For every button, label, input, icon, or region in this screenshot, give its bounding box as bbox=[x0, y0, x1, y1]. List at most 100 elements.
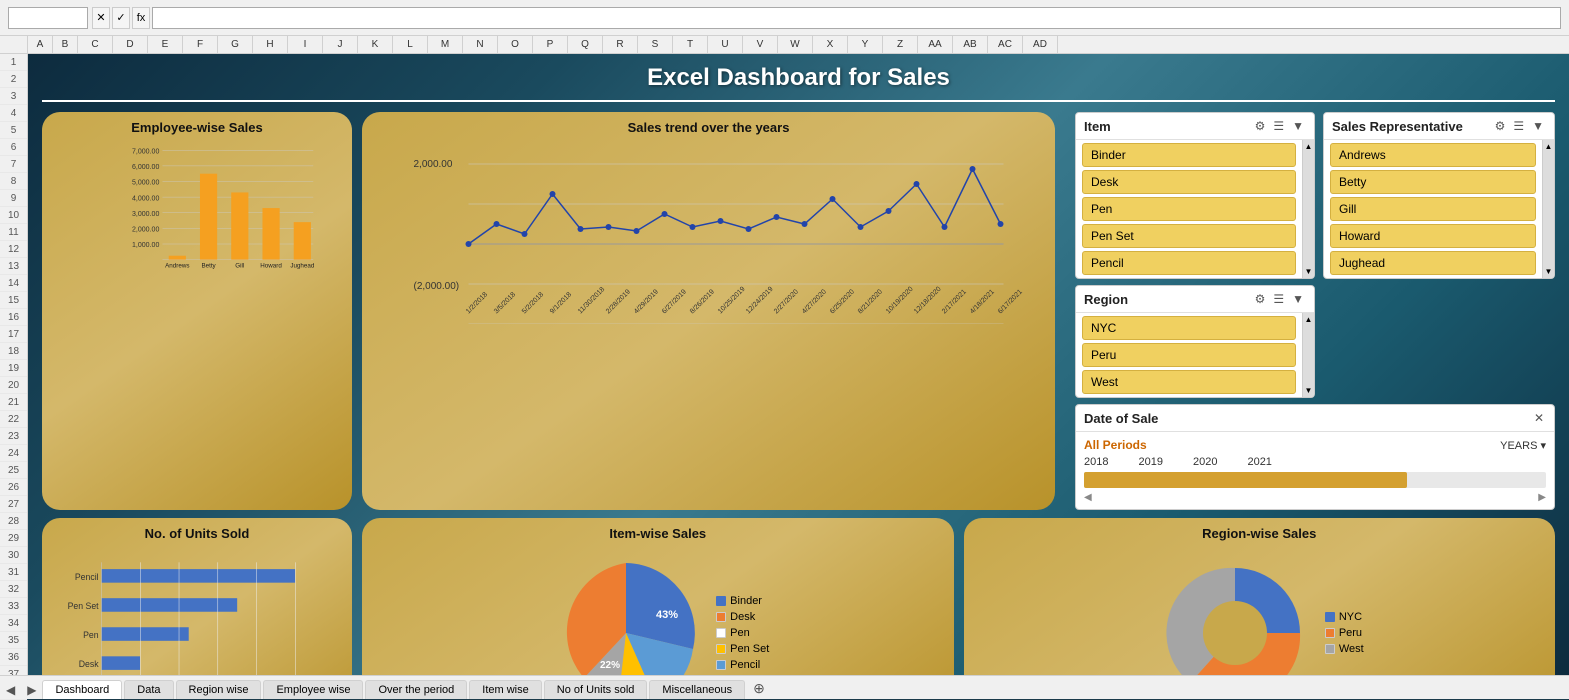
col-S[interactable]: S bbox=[638, 36, 673, 53]
trend-chart-svg: 2,000.00 (2,000.00) bbox=[370, 139, 1047, 324]
tab-scroll-left[interactable]: ◀ bbox=[0, 681, 21, 699]
item-pencil[interactable]: Pencil bbox=[1082, 251, 1296, 275]
col-AB[interactable]: AB bbox=[953, 36, 988, 53]
year-2019: 2019 bbox=[1138, 456, 1162, 468]
col-G[interactable]: G bbox=[218, 36, 253, 53]
tab-over-the-period[interactable]: Over the period bbox=[365, 680, 467, 699]
units-chart-title: No. of Units Sold bbox=[50, 526, 344, 541]
scroll-right-btn[interactable]: ▶ bbox=[1538, 492, 1546, 503]
region-slicer-items: NYC Peru West bbox=[1076, 313, 1302, 397]
sales-rep-slicer-header: Sales Representative ⚙ ☰ ▼ bbox=[1324, 113, 1554, 140]
col-L[interactable]: L bbox=[393, 36, 428, 53]
sales-rep-filter-icon[interactable]: ⚙ bbox=[1493, 117, 1508, 135]
sales-rep-scrollbar[interactable]: ▲ ▼ bbox=[1542, 140, 1554, 278]
col-K[interactable]: K bbox=[358, 36, 393, 53]
sales-rep-betty[interactable]: Betty bbox=[1330, 170, 1536, 194]
region-clear-icon[interactable]: ☰ bbox=[1271, 290, 1286, 308]
row-num-13: 13 bbox=[0, 258, 27, 275]
tab-dashboard[interactable]: Dashboard bbox=[42, 680, 122, 699]
col-Y[interactable]: Y bbox=[848, 36, 883, 53]
col-R[interactable]: R bbox=[603, 36, 638, 53]
region-sort-icon[interactable]: ▼ bbox=[1290, 290, 1306, 308]
column-headers: A B C D E F G H I J K L M N O P Q R S T … bbox=[0, 36, 1569, 54]
cancel-btn[interactable]: ✕ bbox=[92, 7, 110, 29]
svg-text:12/24/2019: 12/24/2019 bbox=[745, 286, 775, 316]
binder-label: Binder bbox=[730, 595, 762, 607]
col-H[interactable]: H bbox=[253, 36, 288, 53]
col-T[interactable]: T bbox=[673, 36, 708, 53]
col-AA[interactable]: AA bbox=[918, 36, 953, 53]
item-desk[interactable]: Desk bbox=[1082, 170, 1296, 194]
date-years-button[interactable]: YEARS ▾ bbox=[1500, 439, 1546, 452]
sales-rep-sort-icon[interactable]: ▼ bbox=[1530, 117, 1546, 135]
sales-rep-jughead[interactable]: Jughead bbox=[1330, 251, 1536, 275]
col-Q[interactable]: Q bbox=[568, 36, 603, 53]
region-chart-svg bbox=[1155, 553, 1315, 676]
pen-label: Pen bbox=[730, 627, 750, 639]
col-X[interactable]: X bbox=[813, 36, 848, 53]
tab-units-sold[interactable]: No of Units sold bbox=[544, 680, 648, 699]
col-E[interactable]: E bbox=[148, 36, 183, 53]
item-sort-icon[interactable]: ▼ bbox=[1290, 117, 1306, 135]
col-AC[interactable]: AC bbox=[988, 36, 1023, 53]
date-clear-icon[interactable]: ✕ bbox=[1532, 409, 1546, 427]
col-F[interactable]: F bbox=[183, 36, 218, 53]
col-O[interactable]: O bbox=[498, 36, 533, 53]
item-binder[interactable]: Binder bbox=[1082, 143, 1296, 167]
col-J[interactable]: J bbox=[323, 36, 358, 53]
tab-scroll-right[interactable]: ▶ bbox=[21, 681, 42, 699]
name-box[interactable]: Picture 4 bbox=[8, 7, 88, 29]
item-scrollbar[interactable]: ▲ ▼ bbox=[1302, 140, 1314, 278]
item-filter-icon[interactable]: ⚙ bbox=[1253, 117, 1268, 135]
fx-btn[interactable]: fx bbox=[132, 7, 150, 29]
scroll-left-btn[interactable]: ◀ bbox=[1084, 492, 1092, 503]
sales-rep-andrews[interactable]: Andrews bbox=[1330, 143, 1536, 167]
region-filter-icon[interactable]: ⚙ bbox=[1253, 290, 1268, 308]
col-N[interactable]: N bbox=[463, 36, 498, 53]
region-scrollbar[interactable]: ▲ ▼ bbox=[1302, 313, 1314, 397]
sales-rep-slicer-content: Andrews Betty Gill Howard Jughead ▲ ▼ bbox=[1324, 140, 1554, 278]
svg-text:8/26/2019: 8/26/2019 bbox=[689, 288, 716, 315]
sales-rep-slicer: Sales Representative ⚙ ☰ ▼ Andrews bbox=[1323, 112, 1555, 279]
employee-chart-svg: 7,000.00 6,000.00 5,000.00 4,000.00 3,00… bbox=[105, 144, 334, 269]
col-AD[interactable]: AD bbox=[1023, 36, 1058, 53]
col-P[interactable]: P bbox=[533, 36, 568, 53]
svg-text:9/1/2018: 9/1/2018 bbox=[549, 291, 573, 315]
col-W[interactable]: W bbox=[778, 36, 813, 53]
col-M[interactable]: M bbox=[428, 36, 463, 53]
svg-text:2/27/2020: 2/27/2020 bbox=[773, 288, 800, 315]
item-clear-icon[interactable]: ☰ bbox=[1271, 117, 1286, 135]
sales-rep-clear-icon[interactable]: ☰ bbox=[1511, 117, 1526, 135]
svg-text:2,000.00: 2,000.00 bbox=[132, 227, 159, 234]
tab-employee-wise[interactable]: Employee wise bbox=[263, 680, 363, 699]
confirm-btn[interactable]: ✓ bbox=[112, 7, 130, 29]
item-penset[interactable]: Pen Set bbox=[1082, 224, 1296, 248]
tab-region-wise[interactable]: Region wise bbox=[176, 680, 262, 699]
tab-data[interactable]: Data bbox=[124, 680, 173, 699]
col-U[interactable]: U bbox=[708, 36, 743, 53]
sales-rep-gill[interactable]: Gill bbox=[1330, 197, 1536, 221]
item-pen[interactable]: Pen bbox=[1082, 197, 1296, 221]
svg-text:2/28/2019: 2/28/2019 bbox=[605, 288, 632, 315]
svg-text:6,000.00: 6,000.00 bbox=[132, 164, 159, 171]
region-peru[interactable]: Peru bbox=[1082, 343, 1296, 367]
sales-rep-slicer-title: Sales Representative bbox=[1332, 119, 1463, 134]
formula-input[interactable] bbox=[152, 7, 1561, 29]
region-nyc[interactable]: NYC bbox=[1082, 316, 1296, 340]
col-Z[interactable]: Z bbox=[883, 36, 918, 53]
add-sheet-btn[interactable]: ⊕ bbox=[747, 678, 771, 699]
region-west[interactable]: West bbox=[1082, 370, 1296, 394]
sales-rep-howard[interactable]: Howard bbox=[1330, 224, 1536, 248]
col-C[interactable]: C bbox=[78, 36, 113, 53]
col-V[interactable]: V bbox=[743, 36, 778, 53]
col-B[interactable]: B bbox=[53, 36, 78, 53]
employee-chart-title: Employee-wise Sales bbox=[50, 120, 344, 135]
svg-text:2/17/2021: 2/17/2021 bbox=[941, 288, 968, 315]
tab-miscellaneous[interactable]: Miscellaneous bbox=[649, 680, 745, 699]
sales-rep-items: Andrews Betty Gill Howard Jughead bbox=[1324, 140, 1542, 278]
col-A[interactable]: A bbox=[28, 36, 53, 53]
tab-item-wise[interactable]: Item wise bbox=[469, 680, 541, 699]
row-num-20: 20 bbox=[0, 377, 27, 394]
col-D[interactable]: D bbox=[113, 36, 148, 53]
col-I[interactable]: I bbox=[288, 36, 323, 53]
